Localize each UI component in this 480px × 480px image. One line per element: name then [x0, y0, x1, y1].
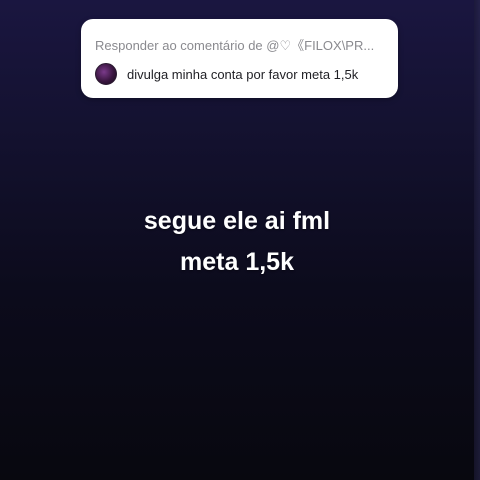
caption-line-1: segue ele ai fml	[143, 207, 331, 235]
comment-reply-card[interactable]: Responder ao comentário de @♡《FILOX\PR..…	[81, 19, 398, 98]
reply-header: Responder ao comentário de @♡《FILOX\PR..…	[95, 38, 375, 53]
quoted-comment-text: divulga minha conta por favor meta 1,5k	[127, 66, 359, 82]
frame-edge	[474, 0, 480, 480]
quoted-comment: divulga minha conta por favor meta 1,5k	[95, 62, 358, 86]
caption-line-2: meta 1,5k	[180, 248, 294, 276]
avatar[interactable]	[95, 63, 117, 85]
video-screen: Responder ao comentário de @♡《FILOX\PR..…	[0, 0, 480, 480]
